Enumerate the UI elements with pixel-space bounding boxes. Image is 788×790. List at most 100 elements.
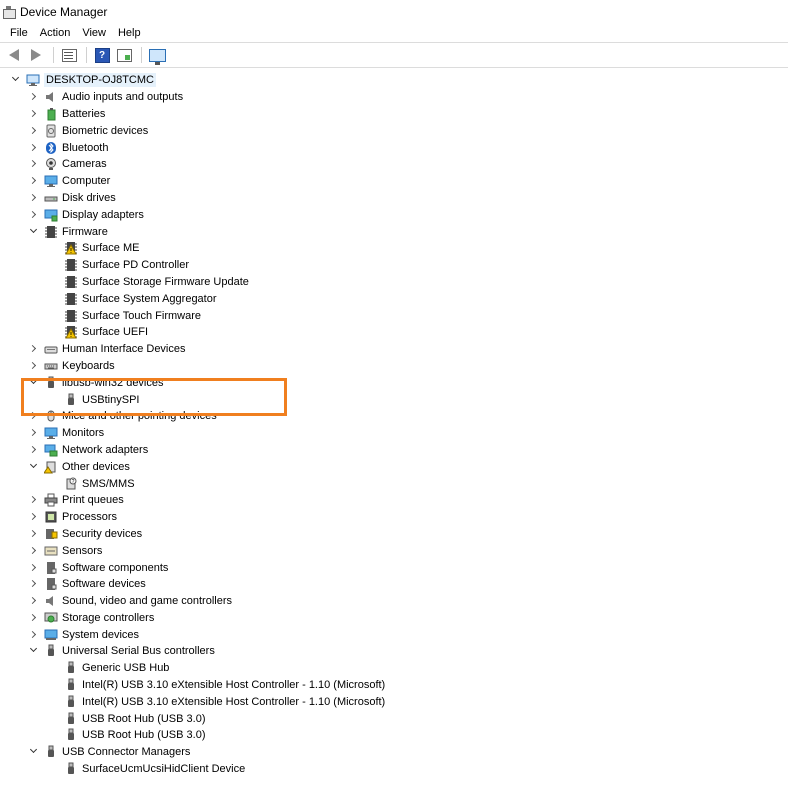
tree-item-label: Disk drives (62, 191, 116, 204)
chevron-right-icon[interactable] (28, 192, 40, 204)
title-bar: Device Manager (0, 0, 788, 24)
tree-category-biometric-devices[interactable]: Biometric devices (0, 122, 788, 139)
usb-plug-icon (44, 644, 58, 658)
tree-category-keyboards[interactable]: Keyboards (0, 358, 788, 375)
tree-device-surface-storage-firmware-update[interactable]: Surface Storage Firmware Update (0, 274, 788, 291)
chevron-down-icon[interactable] (28, 746, 40, 758)
tree-root[interactable]: DESKTOP-OJ8TCMC (0, 72, 788, 89)
chevron-down-icon[interactable] (10, 74, 22, 86)
chevron-right-icon[interactable] (28, 142, 40, 154)
chip-icon (64, 309, 78, 323)
chevron-right-icon[interactable] (28, 545, 40, 557)
tree-category-human-interface-devices[interactable]: Human Interface Devices (0, 341, 788, 358)
help-button[interactable]: ? (92, 46, 112, 64)
chevron-down-icon[interactable] (28, 226, 40, 238)
tree-device-surface-system-aggregator[interactable]: Surface System Aggregator (0, 290, 788, 307)
tree-category-monitors[interactable]: Monitors (0, 425, 788, 442)
tree-item-label: Print queues (62, 494, 124, 507)
tree-category-firmware[interactable]: Firmware (0, 223, 788, 240)
tree-category-other-devices[interactable]: Other devices (0, 458, 788, 475)
chevron-right-icon[interactable] (28, 427, 40, 439)
tree-category-software-devices[interactable]: Software devices (0, 576, 788, 593)
menu-file[interactable]: File (4, 27, 34, 39)
scan-hardware-button[interactable] (147, 46, 167, 65)
chevron-right-icon[interactable] (28, 511, 40, 523)
chevron-right-icon[interactable] (28, 578, 40, 590)
tree-item-label: Display adapters (62, 208, 144, 221)
tree-item-label: Processors (62, 511, 118, 524)
tree-device-surface-touch-firmware[interactable]: Surface Touch Firmware (0, 307, 788, 324)
tree-category-storage-controllers[interactable]: Storage controllers (0, 610, 788, 627)
chevron-right-icon[interactable] (28, 595, 40, 607)
tree-item-label: Surface PD Controller (82, 259, 189, 272)
chevron-right-icon[interactable] (28, 91, 40, 103)
tree-category-processors[interactable]: Processors (0, 509, 788, 526)
tree-device-usb-root-hub-usb-3-0[interactable]: USB Root Hub (USB 3.0) (0, 710, 788, 727)
tree-category-audio-inputs-and-outputs[interactable]: Audio inputs and outputs (0, 89, 788, 106)
tree-item-label: USB Connector Managers (62, 746, 191, 759)
chevron-right-icon[interactable] (28, 125, 40, 137)
chevron-right-icon[interactable] (28, 360, 40, 372)
forward-button[interactable] (26, 46, 46, 64)
chevron-right-icon[interactable] (28, 612, 40, 624)
tree-category-sensors[interactable]: Sensors (0, 542, 788, 559)
tree-item-label: Bluetooth (62, 141, 109, 154)
toolbar-separator (86, 47, 87, 63)
speaker-icon (44, 90, 58, 104)
menu-help[interactable]: Help (112, 27, 147, 39)
menu-bar: File Action View Help (0, 24, 788, 42)
tree-category-batteries[interactable]: Batteries (0, 106, 788, 123)
chevron-right-icon[interactable] (28, 108, 40, 120)
chevron-right-icon[interactable] (28, 629, 40, 641)
tree-category-security-devices[interactable]: Security devices (0, 526, 788, 543)
tree-category-print-queues[interactable]: Print queues (0, 492, 788, 509)
tree-device-surface-me[interactable]: Surface ME (0, 240, 788, 257)
tree-device-surfaceucmucsihidclient-device[interactable]: SurfaceUcmUcsiHidClient Device (0, 761, 788, 778)
tree-device-usb-root-hub-usb-3-0[interactable]: USB Root Hub (USB 3.0) (0, 727, 788, 744)
chip-icon (64, 258, 78, 272)
tree-device-generic-usb-hub[interactable]: Generic USB Hub (0, 660, 788, 677)
menu-view[interactable]: View (76, 27, 112, 39)
menu-action[interactable]: Action (34, 27, 77, 39)
tree-category-network-adapters[interactable]: Network adapters (0, 442, 788, 459)
svg-text:?: ? (72, 479, 75, 485)
tree-category-system-devices[interactable]: System devices (0, 626, 788, 643)
chevron-right-icon[interactable] (28, 343, 40, 355)
chip-warning-icon (64, 325, 78, 339)
tree-category-display-adapters[interactable]: Display adapters (0, 206, 788, 223)
chevron-right-icon[interactable] (28, 528, 40, 540)
tree-device-sms-mms[interactable]: ? SMS/MMS (0, 475, 788, 492)
chevron-right-icon[interactable] (28, 209, 40, 221)
help-icon: ? (94, 47, 110, 63)
tree-device-intel-r-usb-3-10-extensible-host-controller-1-10-microsoft[interactable]: Intel(R) USB 3.10 eXtensible Host Contro… (0, 693, 788, 710)
tree-item-label: Computer (62, 175, 111, 188)
tree-category-computer[interactable]: Computer (0, 173, 788, 190)
tree-category-universal-serial-bus-controllers[interactable]: Universal Serial Bus controllers (0, 643, 788, 660)
back-button[interactable] (4, 46, 24, 64)
tree-device-intel-r-usb-3-10-extensible-host-controller-1-10-microsoft[interactable]: Intel(R) USB 3.10 eXtensible Host Contro… (0, 677, 788, 694)
software-icon (44, 577, 58, 591)
chevron-right-icon[interactable] (28, 494, 40, 506)
network-adapter-icon (44, 443, 58, 457)
tree-category-software-components[interactable]: Software components (0, 559, 788, 576)
tree-category-usb-connector-managers[interactable]: USB Connector Managers (0, 744, 788, 761)
tree-item-label: Universal Serial Bus controllers (62, 645, 215, 658)
chevron-down-icon[interactable] (28, 645, 40, 657)
chevron-right-icon[interactable] (28, 175, 40, 187)
chevron-right-icon[interactable] (28, 562, 40, 574)
tree-item-label: Audio inputs and outputs (62, 91, 184, 104)
tree-category-cameras[interactable]: Cameras (0, 156, 788, 173)
chevron-right-icon[interactable] (28, 444, 40, 456)
chevron-down-icon[interactable] (28, 461, 40, 473)
tree-category-disk-drives[interactable]: Disk drives (0, 190, 788, 207)
update-driver-button[interactable] (114, 46, 134, 64)
tree-item-label: Surface UEFI (82, 326, 149, 339)
tree-category-sound-video-and-game-controllers[interactable]: Sound, video and game controllers (0, 593, 788, 610)
tree-category-bluetooth[interactable]: Bluetooth (0, 139, 788, 156)
system-device-icon (44, 628, 58, 642)
tree-device-surface-uefi[interactable]: Surface UEFI (0, 324, 788, 341)
properties-button[interactable] (59, 46, 79, 64)
tree-device-surface-pd-controller[interactable]: Surface PD Controller (0, 257, 788, 274)
tree-item-label: SMS/MMS (82, 477, 135, 490)
chevron-right-icon[interactable] (28, 158, 40, 170)
